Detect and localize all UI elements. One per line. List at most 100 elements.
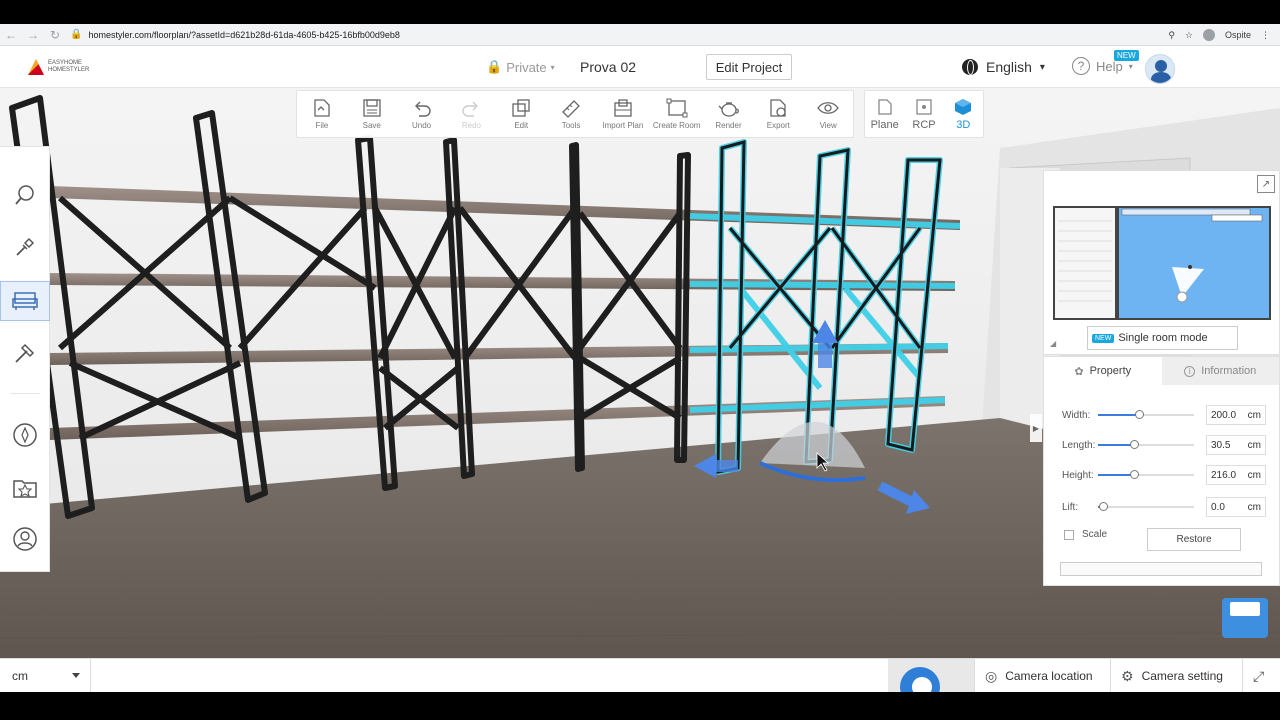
save-button[interactable]: Save bbox=[347, 91, 397, 137]
import-plan-icon bbox=[614, 99, 632, 117]
3d-mode-button[interactable]: 3D bbox=[944, 91, 983, 137]
file-button[interactable]: File bbox=[297, 91, 347, 137]
plane-icon bbox=[878, 98, 892, 115]
lift-label: Lift: bbox=[1062, 501, 1079, 513]
scale-checkbox[interactable] bbox=[1064, 529, 1074, 540]
restore-button[interactable]: Restore bbox=[1147, 528, 1241, 551]
minimap-panel: ↗ NEW Single room mode ◢ bbox=[1043, 170, 1280, 355]
star-box-icon bbox=[13, 480, 37, 498]
lock-icon: 🔒 bbox=[70, 29, 83, 40]
forward-icon[interactable]: → bbox=[22, 28, 44, 42]
undo-label: Undo bbox=[412, 121, 432, 130]
profile-name[interactable]: Ospite bbox=[1225, 30, 1251, 40]
back-icon[interactable]: ← bbox=[0, 28, 22, 42]
height-slider[interactable] bbox=[1098, 470, 1194, 479]
width-row: Width: 200.0 cm bbox=[1062, 403, 1272, 427]
width-input[interactable]: 200.0 cm bbox=[1206, 405, 1266, 425]
edit-label: Edit bbox=[514, 121, 529, 130]
view-button[interactable]: View bbox=[803, 91, 853, 137]
collapse-minimap-icon[interactable]: ◢ bbox=[1050, 339, 1056, 348]
teapot-icon bbox=[718, 102, 739, 117]
help-icon: ? bbox=[1072, 57, 1090, 75]
file-label: File bbox=[315, 121, 329, 130]
width-slider-fill bbox=[1098, 414, 1139, 416]
property-panel: ✿ Property i Information Width: 200.0 cm… bbox=[1043, 356, 1280, 586]
single-room-mode-button[interactable]: NEW Single room mode bbox=[1087, 326, 1238, 350]
create-room-button[interactable]: Create Room bbox=[650, 91, 704, 137]
height-label: Height: bbox=[1062, 469, 1094, 481]
info-icon: i bbox=[1184, 365, 1196, 377]
tab-property[interactable]: ✿ Property bbox=[1044, 357, 1162, 385]
edit-button[interactable]: Edit bbox=[496, 91, 546, 137]
single-room-label: Single room mode bbox=[1118, 332, 1208, 344]
unit-select[interactable]: cm bbox=[0, 659, 91, 693]
user-icon bbox=[13, 527, 37, 551]
camera-location-button[interactable]: ◎ Camera location bbox=[974, 659, 1108, 693]
length-slider-knob[interactable] bbox=[1130, 440, 1139, 449]
sidebar-item-guide[interactable] bbox=[0, 415, 50, 455]
star-icon[interactable]: ☆ bbox=[1185, 30, 1193, 41]
zoom-icon[interactable]: ⚲ bbox=[1168, 30, 1175, 41]
tab-information[interactable]: i Information bbox=[1161, 357, 1279, 385]
camera-location-icon: ◎ bbox=[985, 667, 998, 684]
height-unit: cm bbox=[1247, 469, 1261, 481]
width-value: 200.0 bbox=[1211, 409, 1237, 421]
minimap[interactable] bbox=[1044, 171, 1280, 321]
scale-option[interactable]: Scale bbox=[1064, 529, 1107, 540]
sidebar-item-furniture[interactable] bbox=[0, 281, 50, 321]
tools-button[interactable]: Tools bbox=[546, 91, 596, 137]
length-slider[interactable] bbox=[1098, 440, 1194, 449]
export-button[interactable]: Export bbox=[753, 91, 803, 137]
length-slider-fill bbox=[1098, 444, 1134, 446]
rcp-mode-button[interactable]: RCP bbox=[904, 91, 943, 137]
privacy-dropdown[interactable]: 🔒 Private ▾ bbox=[486, 59, 555, 75]
property-icon: ✿ bbox=[1074, 365, 1084, 378]
url-text[interactable]: homestyler.com/floorplan/?assetId=d621b2… bbox=[88, 30, 399, 40]
logo-mark-icon bbox=[28, 59, 44, 75]
plane-mode-button[interactable]: Plane bbox=[865, 91, 904, 137]
import-plan-button[interactable]: Import Plan bbox=[596, 91, 650, 137]
height-input[interactable]: 216.0 cm bbox=[1206, 465, 1266, 485]
chat-support-button[interactable] bbox=[1222, 598, 1268, 638]
reload-icon[interactable]: ↻ bbox=[44, 28, 66, 42]
export-label: Export bbox=[766, 121, 790, 130]
width-slider[interactable] bbox=[1098, 410, 1194, 419]
redo-button[interactable]: Redo bbox=[446, 91, 496, 137]
help-new-badge: NEW bbox=[1114, 50, 1139, 61]
lift-slider-knob[interactable] bbox=[1099, 502, 1108, 511]
height-slider-knob[interactable] bbox=[1130, 470, 1139, 479]
project-name[interactable]: Prova 02 bbox=[580, 59, 636, 75]
camera-setting-button[interactable]: ⚙ Camera setting bbox=[1110, 659, 1240, 693]
lift-slider[interactable] bbox=[1098, 502, 1194, 511]
language-selector[interactable]: English ▾ bbox=[962, 59, 1045, 75]
sidebar-item-search[interactable] bbox=[0, 175, 50, 215]
width-slider-knob[interactable] bbox=[1135, 410, 1144, 419]
redo-label: Redo bbox=[461, 121, 481, 130]
undo-button[interactable]: Undo bbox=[397, 91, 447, 137]
file-icon bbox=[314, 99, 330, 117]
homestyler-logo[interactable]: EASYHOME HOMESTYLER bbox=[28, 59, 98, 75]
expand-minimap-icon[interactable]: ↗ bbox=[1257, 175, 1275, 193]
width-unit: cm bbox=[1247, 409, 1261, 421]
user-avatar[interactable] bbox=[1145, 54, 1175, 84]
app-root: ← → ↻ 🔒 homestyler.com/floorplan/?assetI… bbox=[0, 0, 1280, 720]
collapse-panel-icon[interactable]: ▶ bbox=[1030, 414, 1042, 442]
length-value: 30.5 bbox=[1211, 439, 1231, 451]
property-extra-field[interactable] bbox=[1060, 562, 1262, 576]
fullscreen-button[interactable]: ⤢ bbox=[1242, 659, 1280, 693]
property-tabs: ✿ Property i Information bbox=[1044, 357, 1279, 385]
edit-project-button[interactable]: Edit Project bbox=[706, 54, 792, 80]
chevron-down-icon: ▾ bbox=[1039, 61, 1045, 73]
lift-value: 0.0 bbox=[1211, 501, 1225, 513]
render-button[interactable]: Render bbox=[704, 91, 754, 137]
sidebar-item-account[interactable] bbox=[0, 519, 50, 559]
view-compass[interactable] bbox=[888, 659, 974, 693]
browser-url-bar[interactable]: ← → ↻ 🔒 homestyler.com/floorplan/?assetI… bbox=[0, 24, 1280, 46]
browser-menu-icon[interactable]: ⋮ bbox=[1261, 30, 1270, 41]
sidebar-item-favorites[interactable] bbox=[0, 467, 50, 507]
lift-input[interactable]: 0.0 cm bbox=[1206, 497, 1266, 517]
sidebar-item-build[interactable] bbox=[0, 227, 50, 267]
sidebar-item-decorate[interactable] bbox=[0, 333, 50, 373]
profile-avatar-icon[interactable] bbox=[1202, 29, 1215, 41]
length-input[interactable]: 30.5 cm bbox=[1206, 435, 1266, 455]
